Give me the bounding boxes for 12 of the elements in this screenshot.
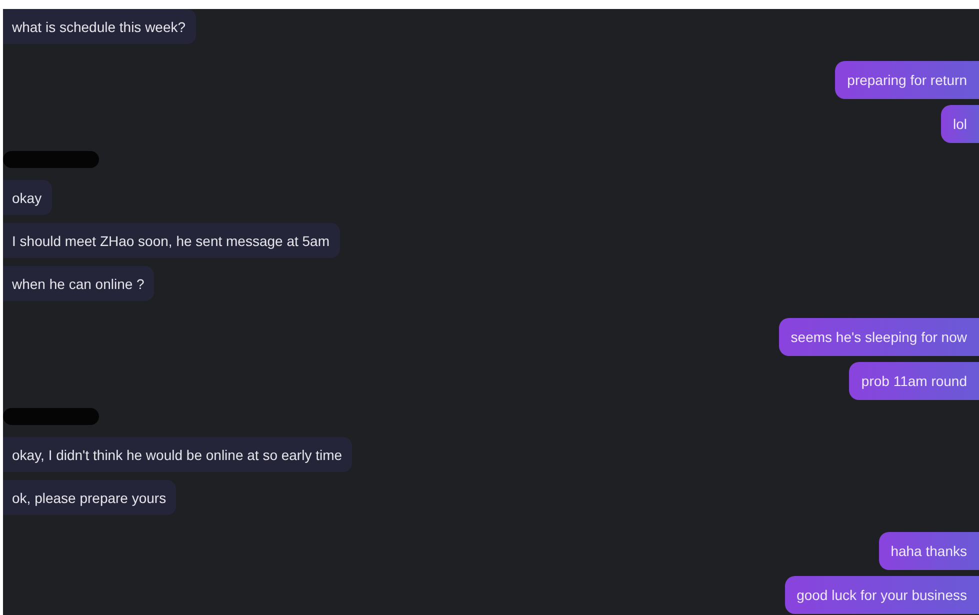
message-bubble: prob 11am round bbox=[849, 362, 979, 400]
message-bubble: good luck for your business bbox=[784, 576, 979, 614]
message-bubble: when he can online ? bbox=[3, 266, 154, 301]
message-bubble: preparing for return bbox=[835, 61, 979, 99]
message-bubble: seems he's sleeping for now bbox=[778, 318, 979, 356]
message-bubble: ok, please prepare yours bbox=[3, 480, 176, 515]
message-bubble: okay bbox=[3, 180, 52, 215]
message-bubble: what is schedule this week? bbox=[3, 9, 196, 44]
message-bubble: haha thanks bbox=[878, 532, 979, 570]
message-bubble: lol bbox=[940, 105, 979, 143]
message-bubble: I should meet ZHao soon, he sent message at 5am bbox=[3, 223, 340, 258]
message-bubble: okay, I didn't think he would be online at so early time bbox=[3, 437, 352, 472]
